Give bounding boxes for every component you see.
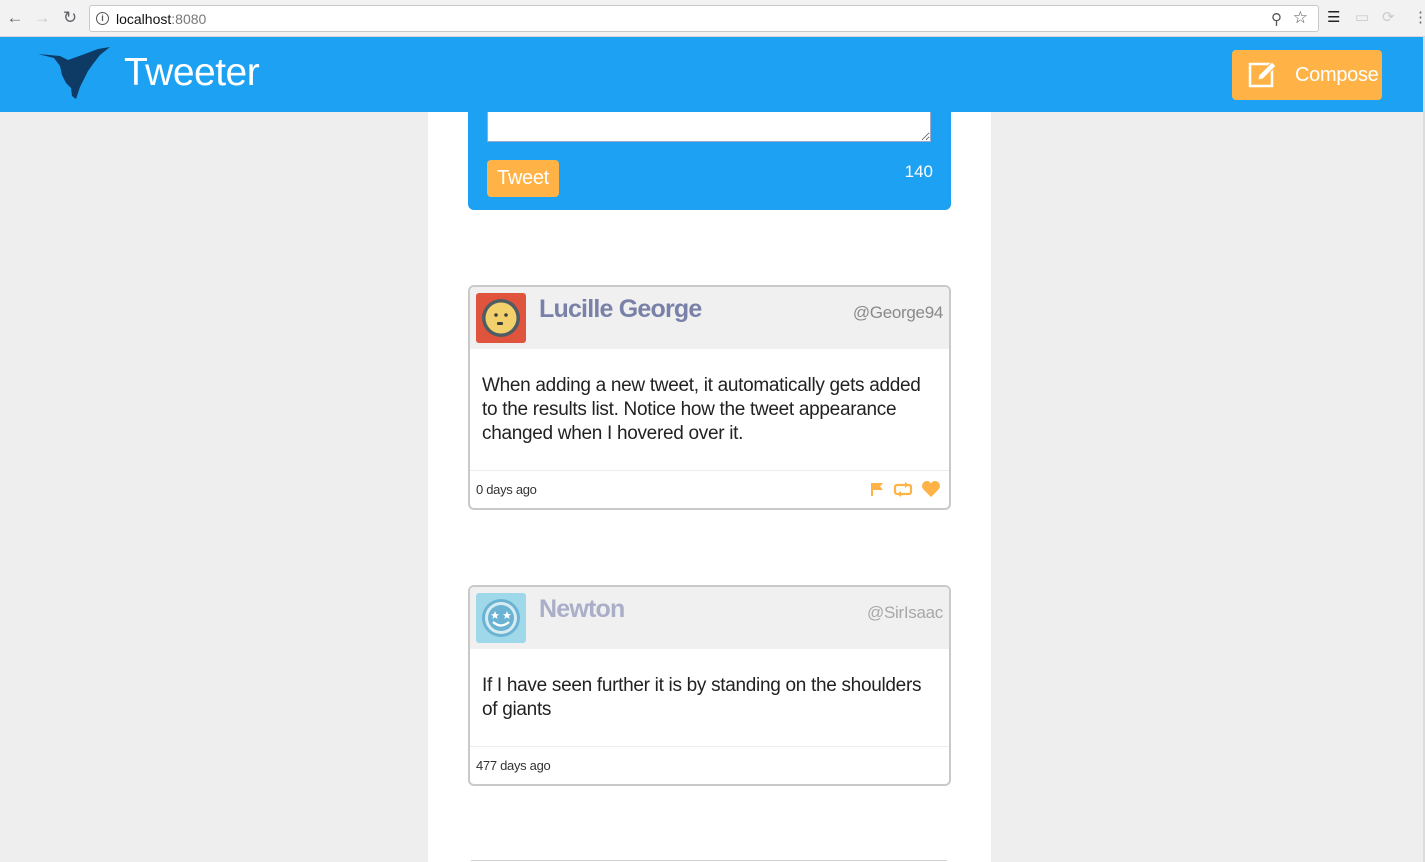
address-bar[interactable]: i localhost:8080 ⚲ ☆ bbox=[89, 5, 1319, 32]
compose-icon bbox=[1248, 61, 1277, 88]
character-counter: 140 bbox=[904, 162, 933, 181]
zoom-icon[interactable]: ⚲ bbox=[1271, 10, 1282, 28]
avatar bbox=[476, 293, 526, 343]
site-info-icon[interactable]: i bbox=[96, 12, 109, 25]
tweet-timestamp: 477 days ago bbox=[476, 758, 551, 773]
reload-icon[interactable]: ↻ bbox=[61, 9, 79, 27]
extension-icon[interactable]: ⟳ bbox=[1382, 9, 1395, 27]
menu-dots-icon[interactable]: ⋮ bbox=[1413, 9, 1425, 27]
tweet-timestamp: 0 days ago bbox=[476, 482, 537, 497]
flag-icon[interactable] bbox=[869, 481, 885, 497]
heart-icon[interactable] bbox=[921, 480, 941, 498]
tweet-header: Newton @SirIsaac bbox=[470, 587, 949, 649]
author-handle[interactable]: @George94 bbox=[853, 303, 943, 323]
tweet-footer: 0 days ago bbox=[470, 470, 949, 508]
author-handle[interactable]: @SirIsaac bbox=[867, 603, 943, 623]
new-tweet-composer: Tweet 140 bbox=[468, 112, 951, 210]
bookmark-star-icon[interactable]: ☆ bbox=[1293, 8, 1308, 28]
author-name[interactable]: Lucille George bbox=[539, 295, 702, 324]
app-title: Tweeter bbox=[124, 51, 260, 94]
extension-icon[interactable]: ▭ bbox=[1355, 9, 1369, 27]
tweet-header: Lucille George @George94 bbox=[470, 287, 949, 349]
tweet-button[interactable]: Tweet bbox=[487, 160, 559, 197]
retweet-icon[interactable] bbox=[893, 481, 913, 497]
back-arrow-icon[interactable]: ← bbox=[6, 9, 24, 27]
avatar bbox=[476, 593, 526, 643]
main-column: Tweet 140 Lucille George @George94 When … bbox=[428, 112, 991, 862]
tweet-text: If I have seen further it is by standing… bbox=[482, 675, 922, 720]
tweet-card[interactable]: Newton @SirIsaac If I have seen further … bbox=[468, 585, 951, 786]
layers-extension-icon[interactable]: ☰ bbox=[1327, 9, 1340, 27]
hummingbird-logo-icon bbox=[38, 47, 110, 99]
compose-label: Compose bbox=[1295, 64, 1379, 86]
tweet-text: When adding a new tweet, it automaticall… bbox=[482, 375, 921, 444]
app-header: Tweeter Compose bbox=[0, 37, 1423, 112]
forward-arrow-icon[interactable]: → bbox=[33, 9, 51, 27]
divider bbox=[471, 860, 947, 861]
browser-toolbar: ← → ↻ i localhost:8080 ⚲ ☆ ☰ ▭ ⟳ ⋮ bbox=[0, 0, 1425, 37]
tweet-actions bbox=[869, 480, 941, 498]
tweet-footer: 477 days ago bbox=[470, 746, 949, 784]
tweet-card[interactable]: Lucille George @George94 When adding a n… bbox=[468, 285, 951, 510]
author-name[interactable]: Newton bbox=[539, 595, 625, 624]
url-text: localhost:8080 bbox=[116, 11, 207, 27]
tweet-textarea[interactable] bbox=[487, 112, 931, 142]
compose-button[interactable]: Compose bbox=[1232, 50, 1382, 100]
